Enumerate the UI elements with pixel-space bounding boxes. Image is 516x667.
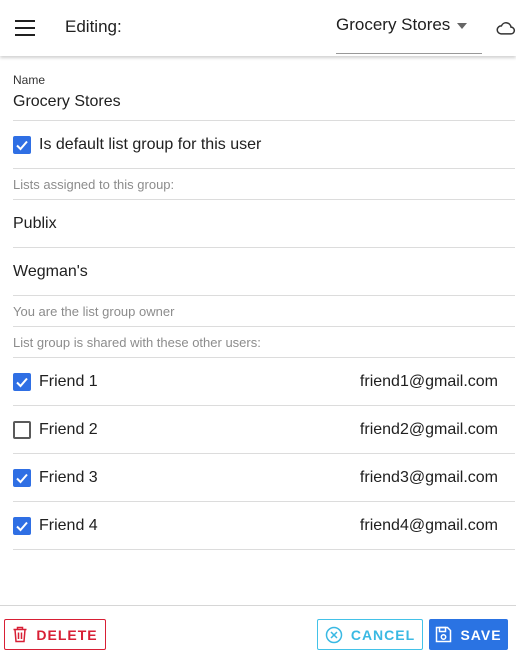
friend-checkbox[interactable] [13, 516, 31, 535]
lists-caption: Lists assigned to this group: [13, 176, 175, 192]
check-icon [16, 521, 28, 531]
cancel-circle-icon [325, 626, 343, 643]
check-icon [16, 377, 28, 387]
shared-caption: List group is shared with these other us… [13, 334, 261, 350]
friend-checkbox[interactable] [13, 372, 31, 391]
name-value[interactable]: Grocery Stores [13, 93, 121, 111]
friend-email: friend1@gmail.com [359, 372, 498, 390]
list-item[interactable]: Wegman's [13, 248, 515, 296]
editing-label: Editing: [65, 17, 122, 36]
cancel-label: CANCEL [350, 626, 416, 643]
cloud-icon[interactable] [496, 19, 516, 37]
friend-name: Friend 1 [39, 372, 98, 390]
app-header: Editing: Grocery Stores [0, 0, 516, 56]
save-label: SAVE [460, 626, 502, 643]
chevron-down-icon [457, 23, 468, 29]
default-group-label: Is default list group for this user [39, 135, 262, 153]
friend-email: friend4@gmail.com [359, 516, 498, 534]
group-select-dropdown[interactable]: Grocery Stores [336, 15, 468, 35]
default-group-row[interactable]: Is default list group for this user [13, 121, 515, 169]
friend-checkbox[interactable] [13, 420, 31, 439]
edit-form: Name Grocery Stores Is default list grou… [13, 56, 515, 550]
friend-row[interactable]: Friend 1 friend1@gmail.com [13, 358, 515, 406]
friend-row[interactable]: Friend 3 friend3@gmail.com [13, 454, 515, 502]
menu-icon[interactable] [12, 14, 40, 42]
lists-caption-row: Lists assigned to this group: [13, 169, 515, 200]
trash-icon [13, 626, 27, 643]
check-icon [16, 473, 28, 483]
footer-divider [0, 605, 516, 606]
friend-email: friend3@gmail.com [359, 468, 498, 486]
friend-row[interactable]: Friend 2 friend2@gmail.com [13, 406, 515, 454]
delete-button[interactable]: DELETE [4, 619, 106, 650]
friend-row[interactable]: Friend 4 friend4@gmail.com [13, 502, 515, 550]
friend-name: Friend 2 [39, 420, 98, 438]
owner-caption-row: You are the list group owner [13, 296, 515, 327]
friend-name: Friend 3 [39, 468, 98, 486]
friend-name: Friend 4 [39, 516, 98, 534]
default-group-checkbox[interactable] [13, 135, 31, 154]
group-select-value: Grocery Stores [336, 15, 451, 34]
list-item-label: Wegman's [13, 262, 88, 280]
check-icon [16, 140, 28, 150]
friend-email: friend2@gmail.com [359, 420, 498, 438]
cancel-button[interactable]: CANCEL [317, 619, 423, 650]
name-label: Name [13, 73, 46, 87]
delete-label: DELETE [36, 626, 98, 643]
select-underline [336, 53, 482, 54]
name-field[interactable]: Name Grocery Stores [13, 56, 515, 121]
list-item-label: Publix [13, 214, 57, 232]
save-disk-icon [436, 626, 452, 643]
list-item[interactable]: Publix [13, 200, 515, 248]
save-button[interactable]: SAVE [429, 619, 508, 650]
shared-caption-row: List group is shared with these other us… [13, 327, 515, 358]
owner-caption: You are the list group owner [13, 303, 175, 319]
friend-checkbox[interactable] [13, 468, 31, 487]
